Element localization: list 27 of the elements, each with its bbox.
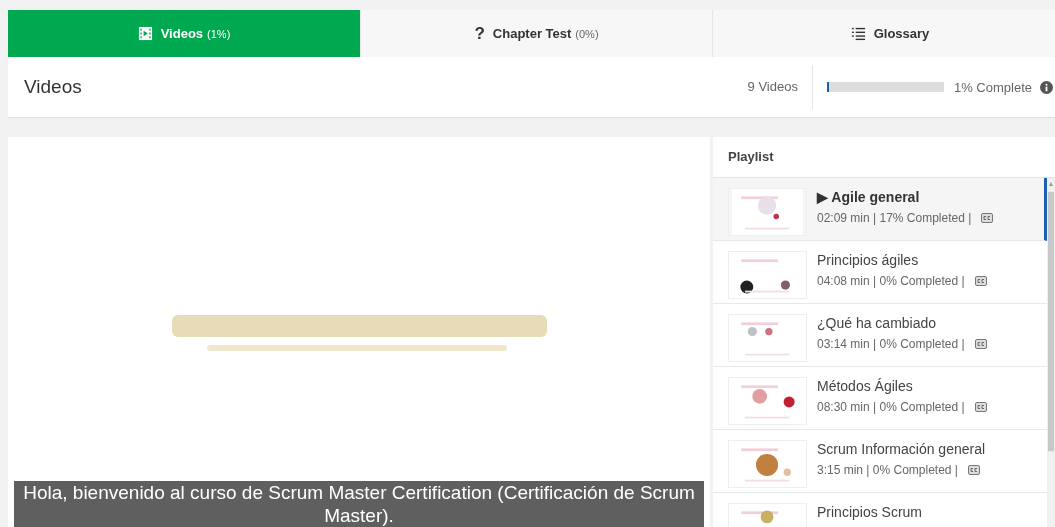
video-meta: 04:08 min | 0% Completed | — [817, 274, 965, 288]
video-count: 9 Videos — [747, 65, 813, 109]
video-meta: 3:15 min | 0% Completed | — [817, 463, 958, 477]
video-meta: 08:30 min | 0% Completed | — [817, 400, 965, 414]
playlist-item[interactable]: ¿Qué ha cambiado 03:14 min | 0% Completed | — [713, 304, 1047, 367]
list-icon — [850, 26, 866, 41]
page-title: Videos — [24, 76, 82, 98]
progress-reading: 1% Complete — [953, 79, 1032, 95]
playlist-item[interactable]: Principios Scrum — [713, 493, 1047, 527]
film-icon — [137, 26, 153, 41]
playlist-item[interactable]: Métodos Ágiles 08:30 min | 0% Completed | — [713, 367, 1047, 430]
tab[interactable]: ? Chapter Test (0%) — [361, 10, 713, 57]
info-icon[interactable] — [1040, 80, 1053, 94]
video-meta: 02:09 min | 17% Completed | — [817, 211, 972, 225]
playlist-item[interactable]: Scrum Información general 3:15 min | 0% Completed | — [713, 430, 1047, 493]
video-title: ¿Qué ha cambiado — [817, 315, 938, 331]
tab[interactable]: Glossary — [713, 10, 1055, 57]
playlist-item[interactable]: ▶ Agile general 02:09 min | 17% Completed | — [713, 178, 1047, 241]
video-title: Principios ágiles — [817, 252, 920, 268]
video-title: Scrum Información general — [817, 441, 986, 457]
playlist-item[interactable]: Principios ágiles 04:08 min | 0% Completed | — [713, 241, 1047, 304]
video-caption: Hola, bienvenido al curso de Scrum Master Certification (Certificación de Scrum Master). — [14, 481, 704, 527]
video-title: ▶ Agile general — [817, 189, 921, 205]
video-title: Principios Scrum — [817, 504, 923, 520]
video-title: Métodos Ágiles — [817, 378, 914, 394]
scrollbar[interactable] — [1047, 178, 1055, 527]
video-meta: 03:14 min | 0% Completed | — [817, 337, 965, 351]
